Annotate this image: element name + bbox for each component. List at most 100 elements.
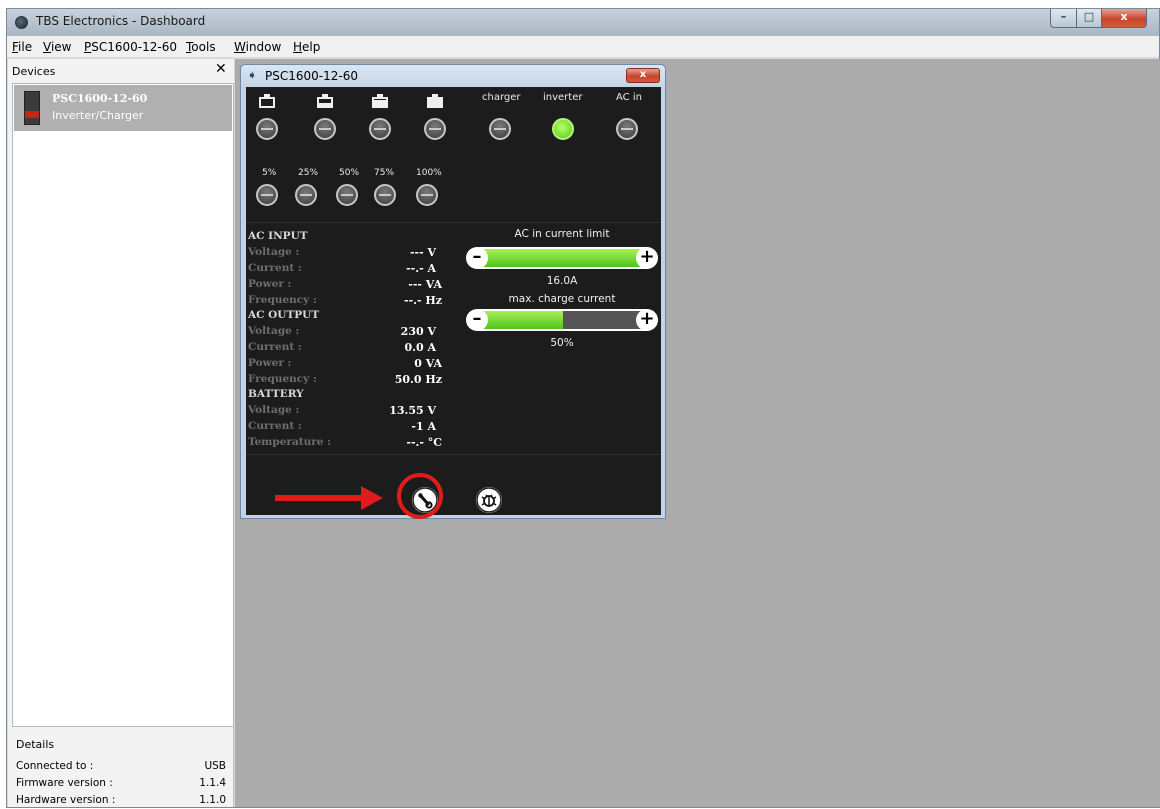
battery-empty-icon xyxy=(259,94,275,108)
ac-output-frequency-label: Frequency : xyxy=(248,373,317,385)
max-charge-current-value: 50% xyxy=(550,337,574,349)
ac-current-limit-value: 16.0A xyxy=(546,275,578,287)
ac-in-led xyxy=(616,118,638,140)
ac-current-limit-slider[interactable] xyxy=(469,247,657,269)
ac-output-heading: AC OUTPUT xyxy=(248,309,320,321)
title-bar: TBS Electronics - Dashboard – □ x xyxy=(7,9,1159,36)
annotation-arrow-shaft xyxy=(275,495,363,501)
ac-output-frequency-value: 50.0 Hz xyxy=(394,373,442,386)
ac-current-limit-label: AC in current limit xyxy=(514,228,610,240)
maximize-icon: □ xyxy=(1083,10,1095,23)
details-label: Hardware version : xyxy=(16,794,116,806)
max-charge-current-minus-button[interactable]: – xyxy=(466,309,488,331)
soc-label-75: 75% xyxy=(374,168,395,178)
ac-input-voltage-label: Voltage : xyxy=(248,246,300,258)
device-window-title: PSC1600-12-60 xyxy=(265,69,358,83)
soc-label-100: 100% xyxy=(416,168,442,178)
device-type: Inverter/Charger xyxy=(52,109,144,122)
bug-icon xyxy=(476,487,502,513)
charger-led xyxy=(489,118,511,140)
details-row-hardware: Hardware version : 1.1.0 xyxy=(16,794,226,806)
menu-file[interactable]: File xyxy=(12,40,32,54)
battery-led-4 xyxy=(424,118,446,140)
details-value: USB xyxy=(204,760,226,772)
ac-output-voltage-label: Voltage : xyxy=(248,325,300,337)
battery-current-label: Current : xyxy=(248,420,302,432)
device-list: PSC1600-12-60 Inverter/Charger xyxy=(12,83,234,727)
app-logo-icon xyxy=(15,16,28,29)
soc-led-100 xyxy=(416,184,438,206)
maximize-button[interactable]: □ xyxy=(1076,9,1102,28)
ac-current-limit-minus-button[interactable]: – xyxy=(466,247,488,269)
devices-close-icon[interactable]: ✕ xyxy=(215,61,227,77)
battery-temperature-label: Temperature : xyxy=(248,436,331,448)
details-value: 1.1.0 xyxy=(199,794,226,806)
ac-input-power-label: Power : xyxy=(248,278,292,290)
battery-led-1 xyxy=(256,118,278,140)
ac-input-frequency-value: --.- Hz xyxy=(404,294,442,307)
minimize-icon: – xyxy=(1060,10,1067,23)
ac-input-frequency-label: Frequency : xyxy=(248,294,317,306)
ac-output-voltage-value: 230 V xyxy=(400,325,436,338)
menu-view[interactable]: View xyxy=(43,40,71,54)
ac-input-power-value: --- VA xyxy=(408,278,442,291)
soc-label-5: 5% xyxy=(262,168,277,178)
ac-input-current-label: Current : xyxy=(248,262,302,274)
annotation-arrow-icon xyxy=(361,486,383,510)
device-window-titlebar[interactable]: ➧ PSC1600-12-60 x xyxy=(241,65,665,87)
soc-label-50: 50% xyxy=(339,168,360,178)
menu-tools[interactable]: Tools xyxy=(186,40,216,54)
battery-medium-icon xyxy=(372,94,388,108)
battery-current-value: -1 A xyxy=(411,420,436,433)
device-window: ➧ PSC1600-12-60 x charger inverter AC in… xyxy=(240,64,666,519)
ac-input-current-value: --.- A xyxy=(406,262,436,275)
inverter-led xyxy=(552,118,574,140)
charger-label: charger xyxy=(482,92,521,103)
minimize-button[interactable]: – xyxy=(1050,9,1077,28)
details-row-connected: Connected to : USB xyxy=(16,760,226,772)
ac-input-heading: AC INPUT xyxy=(248,230,308,242)
debug-button[interactable] xyxy=(476,487,502,513)
battery-heading: BATTERY xyxy=(248,388,304,400)
details-title: Details xyxy=(16,738,55,751)
window-title: TBS Electronics - Dashboard xyxy=(36,14,206,28)
soc-led-75 xyxy=(374,184,396,206)
ac-output-current-label: Current : xyxy=(248,341,302,353)
max-charge-current-slider[interactable] xyxy=(469,309,657,331)
ac-current-limit-fill xyxy=(471,249,655,267)
ac-current-limit-plus-button[interactable]: + xyxy=(636,247,658,269)
soc-label-25: 25% xyxy=(298,168,319,178)
soc-led-25 xyxy=(295,184,317,206)
app-window: TBS Electronics - Dashboard – □ x File V… xyxy=(6,8,1160,808)
battery-low-icon xyxy=(317,94,333,108)
battery-voltage-value: 13.55 V xyxy=(389,404,436,417)
max-charge-current-label: max. charge current xyxy=(508,293,616,305)
device-thumbnail-icon xyxy=(24,91,40,125)
devices-panel: Devices ✕ PSC1600-12-60 Inverter/Charger… xyxy=(8,59,234,807)
diamond-arrow-icon: ➧ xyxy=(247,68,258,82)
battery-full-icon xyxy=(427,94,443,108)
divider-bottom xyxy=(246,454,661,455)
ac-output-power-value: 0 VA xyxy=(414,357,442,370)
devices-header: Devices ✕ xyxy=(8,59,234,83)
ac-output-current-value: 0.0 A xyxy=(404,341,436,354)
close-icon: x xyxy=(1120,10,1128,23)
device-item[interactable]: PSC1600-12-60 Inverter/Charger xyxy=(14,85,232,131)
battery-temperature-value: --.- °C xyxy=(406,436,442,449)
inverter-label: inverter xyxy=(543,92,583,103)
close-button[interactable]: x xyxy=(1101,9,1147,28)
dashboard-panel: charger inverter AC in 5% 25% 50% 75% 10… xyxy=(246,87,661,515)
battery-led-3 xyxy=(369,118,391,140)
details-label: Connected to : xyxy=(16,760,94,772)
device-window-close-button[interactable]: x xyxy=(626,68,660,83)
device-name: PSC1600-12-60 xyxy=(52,92,148,105)
ac-in-label: AC in xyxy=(616,92,642,103)
divider-top xyxy=(246,222,661,223)
details-value: 1.1.4 xyxy=(199,777,226,789)
max-charge-current-plus-button[interactable]: + xyxy=(636,309,658,331)
menu-help[interactable]: Help xyxy=(293,40,320,54)
menu-window[interactable]: Window xyxy=(234,40,281,54)
ac-input-voltage-value: --- V xyxy=(409,246,436,259)
menu-device[interactable]: PSC1600-12-60 xyxy=(84,40,177,54)
close-icon: x xyxy=(639,69,647,80)
